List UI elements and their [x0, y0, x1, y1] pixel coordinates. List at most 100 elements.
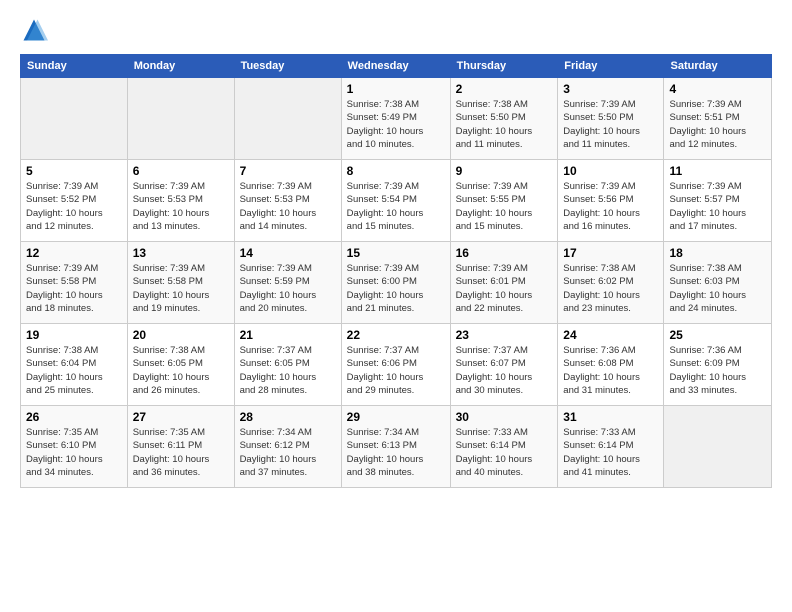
calendar-cell: 14Sunrise: 7:39 AM Sunset: 5:59 PM Dayli… — [234, 242, 341, 324]
day-number: 19 — [26, 328, 122, 342]
calendar-cell: 1 Sunrise: 7:38 AM Sunset: 5:49 PM Daylig… — [341, 78, 450, 160]
day-number: 4 — [669, 82, 766, 96]
calendar-table: SundayMondayTuesdayWednesdayThursdayFrid… — [20, 54, 772, 488]
day-number: 31 — [563, 410, 658, 424]
day-info: Sunrise: 7:38 AM Sunset: 6:03 PM Dayligh… — [669, 262, 766, 315]
day-info: Sunrise: 7:39 AM Sunset: 5:53 PM Dayligh… — [240, 180, 336, 233]
calendar-cell: 13 Sunrise: 7:39 AM Sunset: 5:58 PM Dayli… — [127, 242, 234, 324]
day-number: 1 — [347, 82, 445, 96]
day-info: Sunrise: 7:39 AM Sunset: 5:58 PM Dayligh… — [26, 262, 122, 315]
day-info: Sunrise: 7:39 AM Sunset: 6:01 PM Dayligh… — [456, 262, 553, 315]
calendar-cell: 3 Sunrise: 7:39 AM Sunset: 5:50 PM Daylig… — [558, 78, 664, 160]
calendar-cell: 10 Sunrise: 7:39 AM Sunset: 5:56 PM Dayli… — [558, 160, 664, 242]
calendar-cell — [21, 78, 128, 160]
day-number: 21 — [240, 328, 336, 342]
calendar-cell: 28 Sunrise: 7:34 AM Sunset: 6:12 PM Dayli… — [234, 406, 341, 488]
weekday-header-cell: Saturday — [664, 55, 772, 78]
day-number: 13 — [133, 246, 229, 260]
day-info: Sunrise: 7:36 AM Sunset: 6:08 PM Dayligh… — [563, 344, 658, 397]
day-number: 27 — [133, 410, 229, 424]
day-number: 26 — [26, 410, 122, 424]
day-info: Sunrise: 7:37 AM Sunset: 6:06 PM Dayligh… — [347, 344, 445, 397]
day-number: 3 — [563, 82, 658, 96]
day-info: Sunrise: 7:39 AM Sunset: 5:52 PM Dayligh… — [26, 180, 122, 233]
calendar-week-row: 5 Sunrise: 7:39 AM Sunset: 5:52 PM Daylig… — [21, 160, 772, 242]
day-info: Sunrise: 7:39 AM Sunset: 5:51 PM Dayligh… — [669, 98, 766, 151]
day-info: Sunrise: 7:37 AM Sunset: 6:05 PM Dayligh… — [240, 344, 336, 397]
day-info: Sunrise: 7:35 AM Sunset: 6:11 PM Dayligh… — [133, 426, 229, 479]
day-number: 17 — [563, 246, 658, 260]
day-info: Sunrise: 7:39 AM Sunset: 5:58 PM Dayligh… — [133, 262, 229, 315]
day-number: 16 — [456, 246, 553, 260]
day-number: 24 — [563, 328, 658, 342]
calendar-cell: 5 Sunrise: 7:39 AM Sunset: 5:52 PM Daylig… — [21, 160, 128, 242]
day-info: Sunrise: 7:33 AM Sunset: 6:14 PM Dayligh… — [456, 426, 553, 479]
day-number: 10 — [563, 164, 658, 178]
calendar-cell: 24 Sunrise: 7:36 AM Sunset: 6:08 PM Dayli… — [558, 324, 664, 406]
weekday-header-cell: Thursday — [450, 55, 558, 78]
weekday-header-cell: Tuesday — [234, 55, 341, 78]
day-info: Sunrise: 7:39 AM Sunset: 5:55 PM Dayligh… — [456, 180, 553, 233]
calendar-cell — [664, 406, 772, 488]
day-number: 9 — [456, 164, 553, 178]
day-number: 14 — [240, 246, 336, 260]
weekday-header-cell: Monday — [127, 55, 234, 78]
day-number: 2 — [456, 82, 553, 96]
day-number: 18 — [669, 246, 766, 260]
logo — [20, 16, 50, 44]
day-info: Sunrise: 7:39 AM Sunset: 5:56 PM Dayligh… — [563, 180, 658, 233]
day-number: 15 — [347, 246, 445, 260]
calendar-cell: 19Sunrise: 7:38 AM Sunset: 6:04 PM Dayli… — [21, 324, 128, 406]
logo-icon — [20, 16, 48, 44]
day-number: 11 — [669, 164, 766, 178]
page: SundayMondayTuesdayWednesdayThursdayFrid… — [0, 0, 792, 612]
calendar-cell: 2 Sunrise: 7:38 AM Sunset: 5:50 PM Daylig… — [450, 78, 558, 160]
calendar-cell: 16 Sunrise: 7:39 AM Sunset: 6:01 PM Dayli… — [450, 242, 558, 324]
day-info: Sunrise: 7:39 AM Sunset: 5:54 PM Dayligh… — [347, 180, 445, 233]
day-info: Sunrise: 7:34 AM Sunset: 6:13 PM Dayligh… — [347, 426, 445, 479]
calendar-cell: 23Sunrise: 7:37 AM Sunset: 6:07 PM Dayli… — [450, 324, 558, 406]
calendar-cell: 11Sunrise: 7:39 AM Sunset: 5:57 PM Dayli… — [664, 160, 772, 242]
calendar-cell: 4 Sunrise: 7:39 AM Sunset: 5:51 PM Daylig… — [664, 78, 772, 160]
day-info: Sunrise: 7:33 AM Sunset: 6:14 PM Dayligh… — [563, 426, 658, 479]
day-number: 29 — [347, 410, 445, 424]
day-info: Sunrise: 7:37 AM Sunset: 6:07 PM Dayligh… — [456, 344, 553, 397]
calendar-cell — [127, 78, 234, 160]
day-number: 25 — [669, 328, 766, 342]
day-info: Sunrise: 7:39 AM Sunset: 5:50 PM Dayligh… — [563, 98, 658, 151]
day-number: 22 — [347, 328, 445, 342]
header — [20, 16, 772, 44]
day-info: Sunrise: 7:39 AM Sunset: 6:00 PM Dayligh… — [347, 262, 445, 315]
calendar-cell: 8 Sunrise: 7:39 AM Sunset: 5:54 PM Daylig… — [341, 160, 450, 242]
day-info: Sunrise: 7:35 AM Sunset: 6:10 PM Dayligh… — [26, 426, 122, 479]
calendar-week-row: 19Sunrise: 7:38 AM Sunset: 6:04 PM Dayli… — [21, 324, 772, 406]
day-number: 8 — [347, 164, 445, 178]
day-info: Sunrise: 7:34 AM Sunset: 6:12 PM Dayligh… — [240, 426, 336, 479]
day-number: 28 — [240, 410, 336, 424]
calendar-week-row: 26 Sunrise: 7:35 AM Sunset: 6:10 PM Dayli… — [21, 406, 772, 488]
calendar-cell: 6 Sunrise: 7:39 AM Sunset: 5:53 PM Daylig… — [127, 160, 234, 242]
calendar-cell: 18 Sunrise: 7:38 AM Sunset: 6:03 PM Dayli… — [664, 242, 772, 324]
day-info: Sunrise: 7:39 AM Sunset: 5:53 PM Dayligh… — [133, 180, 229, 233]
day-info: Sunrise: 7:38 AM Sunset: 5:50 PM Dayligh… — [456, 98, 553, 151]
weekday-header-cell: Sunday — [21, 55, 128, 78]
day-number: 6 — [133, 164, 229, 178]
day-info: Sunrise: 7:38 AM Sunset: 5:49 PM Dayligh… — [347, 98, 445, 151]
calendar-cell: 29 Sunrise: 7:34 AM Sunset: 6:13 PM Dayli… — [341, 406, 450, 488]
day-info: Sunrise: 7:38 AM Sunset: 6:02 PM Dayligh… — [563, 262, 658, 315]
calendar-cell: 21 Sunrise: 7:37 AM Sunset: 6:05 PM Dayli… — [234, 324, 341, 406]
day-number: 5 — [26, 164, 122, 178]
day-info: Sunrise: 7:36 AM Sunset: 6:09 PM Dayligh… — [669, 344, 766, 397]
calendar-cell: 26 Sunrise: 7:35 AM Sunset: 6:10 PM Dayli… — [21, 406, 128, 488]
calendar-week-row: 12 Sunrise: 7:39 AM Sunset: 5:58 PM Dayli… — [21, 242, 772, 324]
calendar-cell: 17 Sunrise: 7:38 AM Sunset: 6:02 PM Dayli… — [558, 242, 664, 324]
calendar-cell: 31 Sunrise: 7:33 AM Sunset: 6:14 PM Dayli… — [558, 406, 664, 488]
calendar-cell: 30Sunrise: 7:33 AM Sunset: 6:14 PM Dayli… — [450, 406, 558, 488]
calendar-cell: 22 Sunrise: 7:37 AM Sunset: 6:06 PM Dayli… — [341, 324, 450, 406]
calendar-header: SundayMondayTuesdayWednesdayThursdayFrid… — [21, 55, 772, 78]
day-number: 12 — [26, 246, 122, 260]
calendar-cell: 15 Sunrise: 7:39 AM Sunset: 6:00 PM Dayli… — [341, 242, 450, 324]
calendar-cell: 7Sunrise: 7:39 AM Sunset: 5:53 PM Daylig… — [234, 160, 341, 242]
calendar-cell: 9 Sunrise: 7:39 AM Sunset: 5:55 PM Daylig… — [450, 160, 558, 242]
day-info: Sunrise: 7:38 AM Sunset: 6:05 PM Dayligh… — [133, 344, 229, 397]
